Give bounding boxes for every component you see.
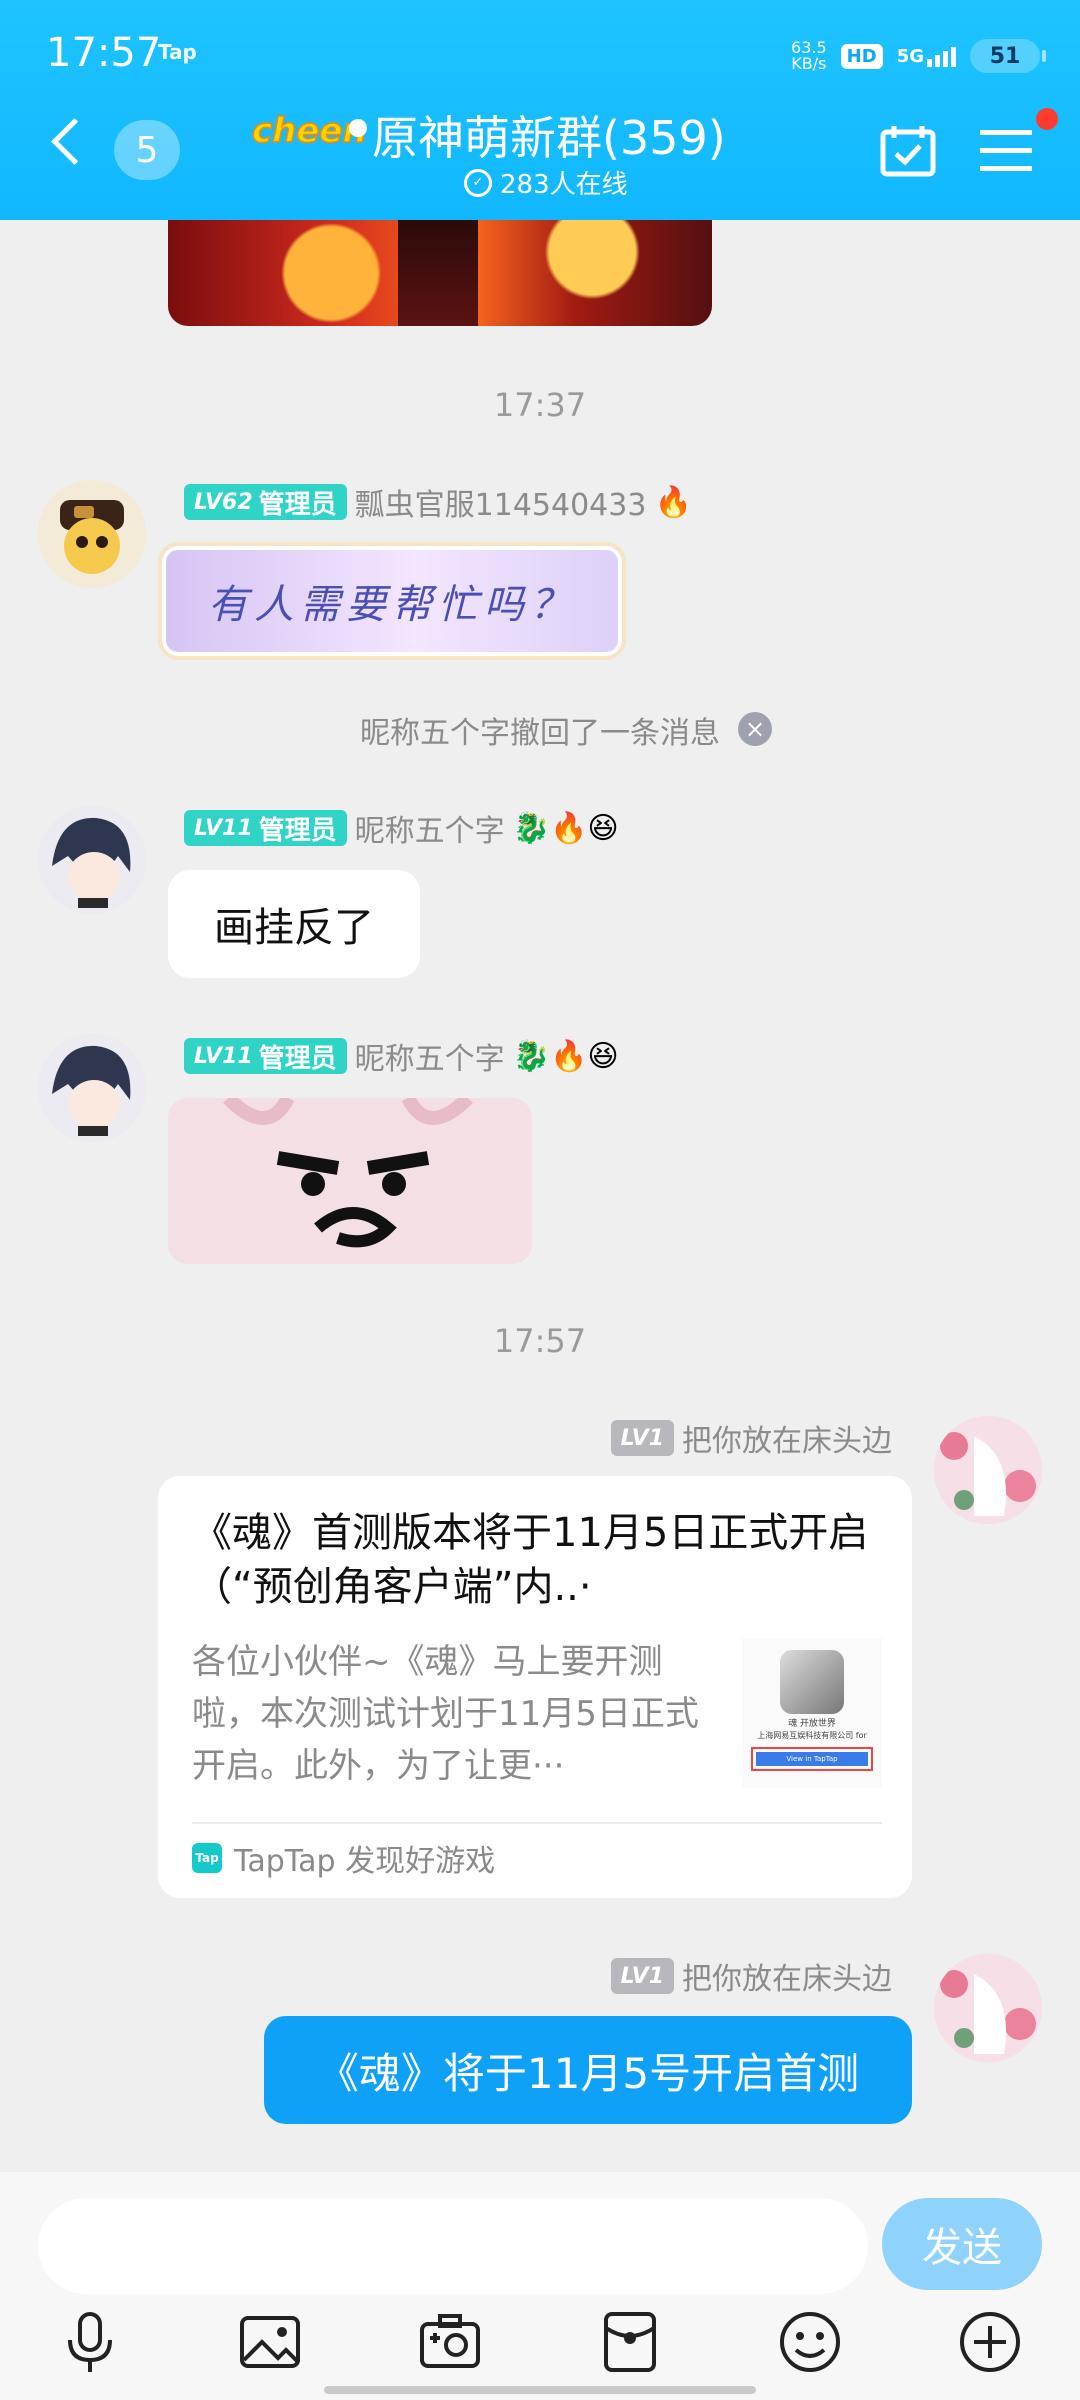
menu-icon[interactable] (980, 128, 1032, 172)
card-description: 各位小伙伴~《魂》马上要开测啦，本次测试计划于11月5日正式开启。此外，为了让更… (192, 1642, 699, 1786)
status-time: 17:57 (46, 30, 162, 76)
text-message[interactable]: 画挂反了 (168, 870, 420, 978)
timestamp: 17:37 (493, 386, 587, 424)
card-thumbnail: 魂 开放世界 上海网易互娱科技有限公司 for View in TapTap (742, 1638, 882, 1788)
name-emojis: 🐉🔥😆 (512, 1038, 619, 1074)
card-source: Tap TapTap 发现好游戏 (192, 1838, 495, 1879)
svg-text:cheen: cheen (252, 111, 367, 151)
sender-name[interactable]: 把你放在床头边 (682, 1954, 892, 1998)
recall-notice: 昵称五个字撤回了一条消息 (360, 716, 720, 751)
avatar[interactable] (38, 806, 146, 914)
avatar[interactable] (934, 1416, 1042, 1524)
level-badge: LV11 管理员 (184, 1038, 347, 1074)
microphone-icon[interactable] (58, 2310, 122, 2374)
plus-icon[interactable] (958, 2310, 1022, 2374)
level-badge: LV11 管理员 (184, 810, 347, 846)
status-indicators: 63.5 KB/s HD 5G 51 (791, 36, 1046, 76)
level-badge: LV1 (610, 1958, 674, 1994)
sender-line: LV62 管理员 瓢虫官服114540433 🔥 (184, 480, 692, 524)
share-card[interactable]: 《魂》首测版本将于11月5日正式开启（“预创角客户端”内..· 各位小伙伴~《魂… (158, 1476, 912, 1898)
brand-logo: cheen (251, 110, 367, 152)
avatar-image (38, 1034, 146, 1142)
sender-line: LV1 把你放在床头边 (610, 1954, 892, 1998)
timestamp: 17:57 (493, 1322, 587, 1360)
back-arrow-icon[interactable] (51, 118, 98, 165)
avatar[interactable] (38, 1034, 146, 1142)
sender-name[interactable]: 昵称五个字 (355, 806, 505, 850)
status-app-tag: Tap (158, 40, 197, 64)
previous-image-message[interactable] (168, 220, 712, 326)
avatar-image (38, 480, 146, 588)
red-packet-icon[interactable] (598, 2310, 662, 2374)
meme-image-message[interactable] (168, 1098, 532, 1264)
sender-name[interactable]: 把你放在床头边 (682, 1416, 892, 1460)
emoji-icon[interactable] (778, 2310, 842, 2374)
avatar-image (38, 806, 146, 914)
send-button[interactable]: 发送 (882, 2198, 1042, 2290)
sender-line: LV1 把你放在床头边 (610, 1416, 892, 1460)
online-count: ✓ 283人在线 (464, 164, 628, 201)
image-icon[interactable] (238, 2310, 302, 2374)
level-badge: LV1 (610, 1420, 674, 1456)
taptap-icon: Tap (192, 1843, 222, 1873)
avatar-image (934, 1416, 1042, 1524)
game-icon (780, 1650, 844, 1714)
camera-icon[interactable] (418, 2310, 482, 2374)
fire-emoji: 🔥 (654, 484, 692, 520)
close-icon[interactable]: × (738, 712, 772, 746)
calendar-check-icon[interactable] (880, 124, 936, 178)
unread-count-badge[interactable]: 5 (114, 120, 180, 180)
notification-dot (1036, 108, 1058, 130)
level-badge: LV62 管理员 (184, 484, 347, 520)
avatar[interactable] (38, 480, 146, 588)
avatar[interactable] (934, 1954, 1042, 2062)
chat-header: 17:57 Tap 63.5 KB/s HD 5G 51 5 cheen 原神萌… (0, 0, 1080, 220)
sender-line: LV11 管理员 昵称五个字 🐉🔥😆 (184, 806, 619, 850)
network-speed: 63.5 KB/s (791, 38, 827, 73)
card-title: 《魂》首测版本将于11月5日正式开启（“预创角客户端”内..· (192, 1510, 869, 1610)
sender-line: LV11 管理员 昵称五个字 🐉🔥😆 (184, 1034, 619, 1078)
meme-face (168, 1098, 532, 1264)
battery-icon: 51 (970, 39, 1046, 73)
name-emojis: 🐉🔥😆 (512, 810, 619, 846)
figure-silhouette (398, 220, 478, 326)
group-title[interactable]: 原神萌新群(359) (372, 102, 726, 168)
sender-name[interactable]: 昵称五个字 (355, 1034, 505, 1078)
sender-name[interactable]: 瓢虫官服114540433 (355, 480, 647, 524)
signal-icon: 5G (897, 46, 956, 67)
hd-indicator: HD (840, 43, 883, 69)
sticker-message[interactable]: 有人需要帮忙吗？ (158, 542, 626, 660)
message-input[interactable] (38, 2198, 868, 2294)
avatar-image (934, 1954, 1042, 2062)
own-text-message[interactable]: 《魂》将于11月5号开启首测 (264, 2016, 912, 2124)
home-indicator[interactable] (324, 2386, 756, 2394)
check-circle-icon: ✓ (464, 168, 492, 197)
divider (192, 1822, 882, 1824)
